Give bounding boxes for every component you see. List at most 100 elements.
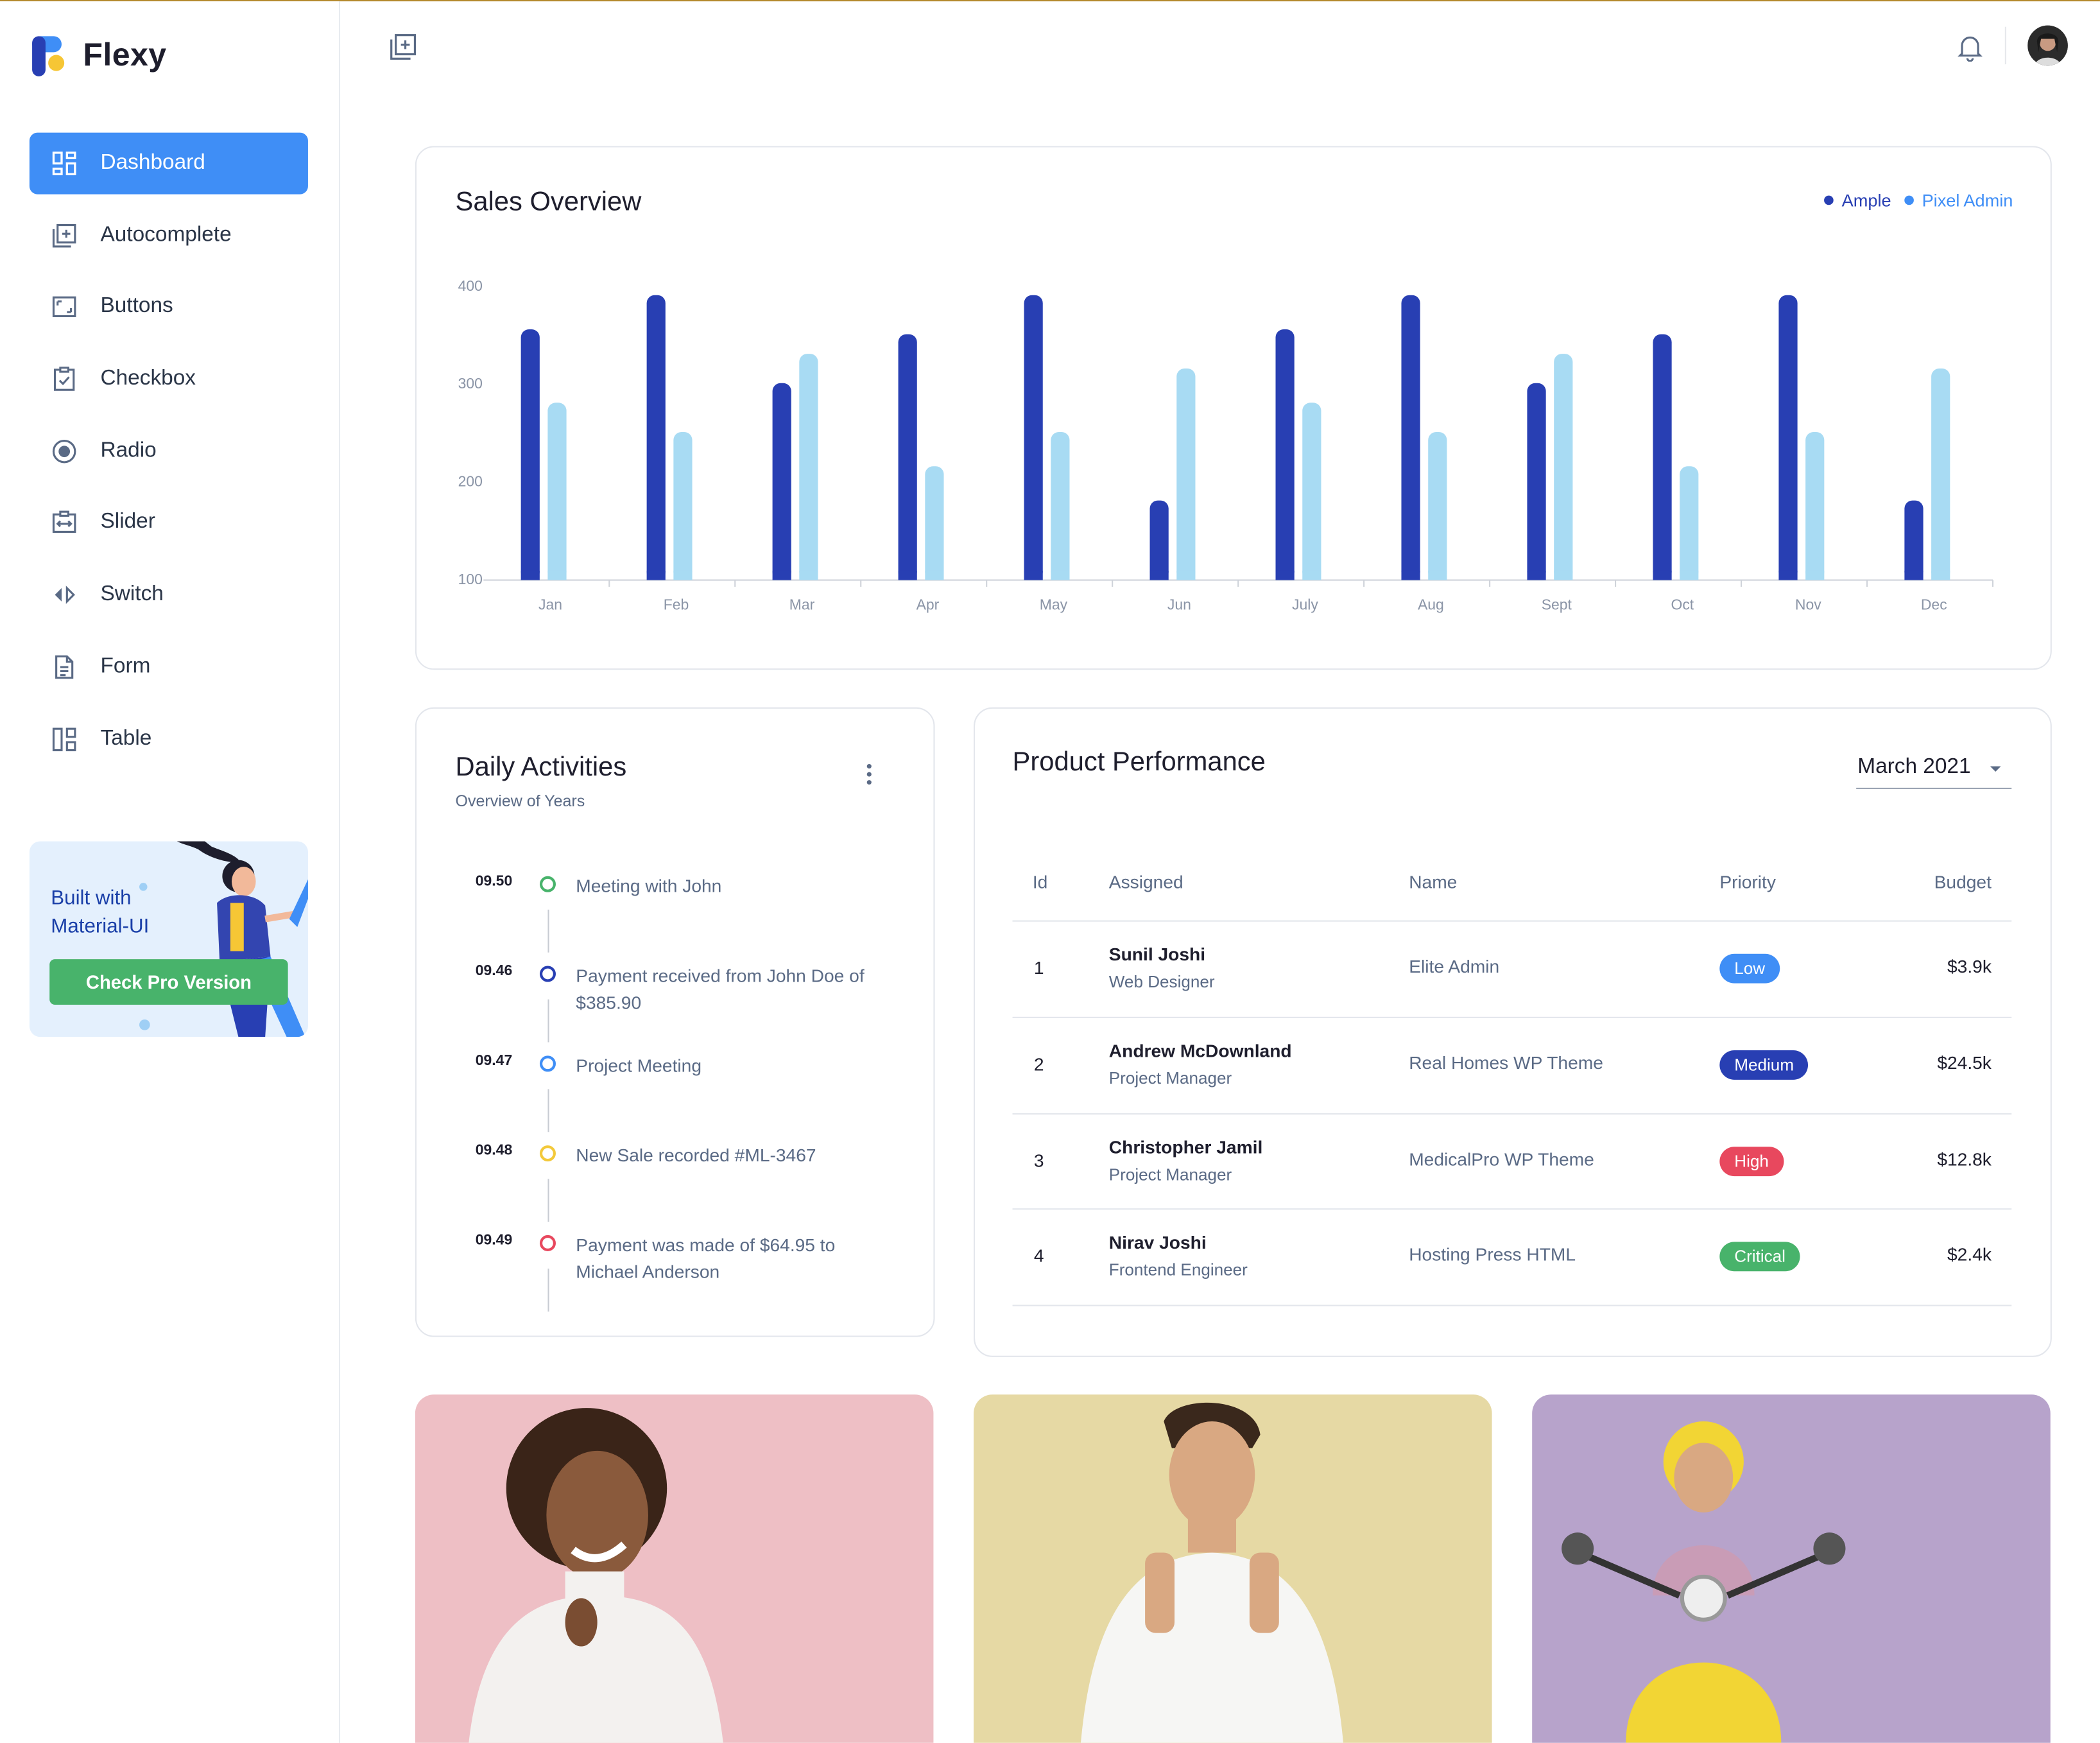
bar-base	[1554, 570, 1573, 580]
bar-base	[1024, 570, 1043, 580]
x-tick-label: Feb	[664, 596, 689, 612]
avatar[interactable]	[2027, 25, 2068, 66]
timeline-dot-icon	[539, 876, 556, 892]
timeline-text: Project Meeting	[576, 1055, 702, 1076]
timeline-time: 09.50	[475, 873, 513, 890]
row-id: 3	[1033, 1150, 1044, 1171]
file-icon	[51, 654, 78, 681]
sidebar-item-label: Table	[100, 727, 152, 750]
bell-icon[interactable]	[1956, 32, 1985, 68]
timeline-dot-icon	[539, 1055, 556, 1072]
column-header-budget[interactable]: Budget	[1934, 872, 1992, 892]
chevron-down-icon	[1988, 759, 2004, 784]
sidebar-item-radio[interactable]: Radio	[30, 421, 308, 482]
priority-badge: Low	[1719, 953, 1780, 984]
product-performance-title: Product Performance	[1012, 747, 1266, 777]
daily-activities-card: Daily Activities Overview of Years 09.50…	[415, 707, 935, 1337]
flexy-logo-icon	[32, 36, 65, 76]
timeline-connector	[547, 909, 549, 953]
x-tick-label: Mar	[789, 596, 815, 612]
bar-base	[799, 570, 818, 580]
bar-pixel-admin	[547, 403, 567, 580]
timeline-text: Payment received from John Doe of $385.9…	[576, 966, 865, 1013]
timeline-connector	[547, 1269, 549, 1312]
bar-ample	[1149, 500, 1169, 580]
timeline-time: 09.47	[475, 1053, 513, 1070]
project-name: MedicalPro WP Theme	[1409, 1149, 1594, 1170]
bar-pixel-admin	[1680, 466, 1699, 580]
column-header-priority[interactable]: Priority	[1719, 872, 1776, 892]
sidebar-item-dashboard[interactable]: Dashboard	[29, 132, 308, 195]
bar-base	[1176, 570, 1196, 580]
promo-illustration-icon	[176, 841, 308, 1037]
man-photo-icon	[1080, 1402, 1343, 1743]
sidebar-item-form[interactable]: Form	[30, 636, 308, 698]
x-tick-label: Sept	[1542, 596, 1572, 612]
bar-pixel-admin	[673, 431, 693, 580]
x-tick-label: Apr	[917, 596, 940, 612]
table-divider	[1012, 920, 2012, 922]
photo-card-woman[interactable]	[415, 1394, 934, 1743]
timeline-time: 09.49	[475, 1232, 513, 1249]
timeline-time: 09.48	[475, 1142, 513, 1159]
column-header-assigned[interactable]: Assigned	[1109, 872, 1183, 892]
period-value: March 2021	[1857, 755, 1971, 779]
assignee-name: Nirav Joshi	[1108, 1232, 1207, 1253]
switch-icon	[51, 582, 78, 609]
timeline-text: Payment was made of $64.95 to Michael An…	[576, 1235, 836, 1282]
sidebar-item-slider[interactable]: Slider	[30, 492, 308, 554]
timeline-dot-icon	[539, 1145, 556, 1162]
clipboard-check-icon	[51, 366, 78, 393]
sidebar-item-label: Dashboard	[100, 151, 205, 175]
photo-card-man[interactable]	[974, 1394, 1492, 1743]
bar-base	[1527, 570, 1546, 580]
bar-base	[1931, 570, 1950, 580]
y-tick-label: 100	[458, 571, 483, 587]
project-name: Hosting Press HTML	[1409, 1244, 1576, 1265]
add-box-icon	[51, 222, 78, 249]
sidebar-item-autocomplete[interactable]: Autocomplete	[30, 205, 308, 266]
bar-pixel-admin	[1805, 431, 1825, 580]
check-pro-button[interactable]: Check Pro Version	[49, 959, 288, 1005]
timeline-time: 09.46	[475, 963, 513, 980]
more-vertical-icon[interactable]	[864, 762, 875, 793]
bar-ample	[898, 334, 917, 580]
bar-base	[646, 570, 666, 580]
y-tick-label: 300	[458, 375, 483, 392]
period-select[interactable]: March 2021	[1856, 753, 2012, 790]
sidebar-item-buttons[interactable]: Buttons	[30, 277, 308, 338]
photo-card-scooter[interactable]	[1532, 1394, 2051, 1743]
bar-base	[1805, 570, 1825, 580]
bar-ample	[1904, 500, 1924, 580]
sidebar-item-table[interactable]: Table	[30, 708, 308, 770]
assignee-role: Project Manager	[1108, 1165, 1232, 1184]
row-id: 2	[1033, 1054, 1044, 1075]
sidebar-item-switch[interactable]: Switch	[30, 564, 308, 626]
timeline-text: New Sale recorded #ML-3467	[576, 1145, 816, 1166]
bar-base	[1149, 570, 1169, 580]
bar-base	[925, 570, 944, 580]
bar-ample	[1024, 295, 1043, 580]
table-divider	[1012, 1208, 2012, 1210]
bar-base	[898, 570, 917, 580]
budget-value: $24.5k	[1937, 1053, 1992, 1073]
sidebar-item-checkbox[interactable]: Checkbox	[30, 349, 308, 410]
brand[interactable]: Flexy	[30, 33, 167, 79]
bar-base	[772, 570, 791, 580]
bar-ample	[521, 329, 540, 580]
column-header-name[interactable]: Name	[1409, 872, 1457, 892]
bar-base	[1680, 570, 1699, 580]
bar-base	[1275, 570, 1295, 580]
daily-activities-subtitle: Overview of Years	[455, 792, 585, 811]
bar-pixel-admin	[1051, 431, 1070, 580]
bar-pixel-admin	[1554, 354, 1573, 580]
bar-base	[1401, 570, 1420, 580]
column-header-id[interactable]: Id	[1033, 872, 1048, 892]
budget-value: $12.8k	[1937, 1149, 1992, 1170]
table-divider	[1012, 1113, 2012, 1115]
add-box-icon[interactable]	[388, 32, 418, 68]
bar-base	[547, 570, 567, 580]
bar-ample	[1527, 383, 1546, 580]
bar-ample	[646, 295, 666, 580]
bar-base	[1778, 570, 1798, 580]
